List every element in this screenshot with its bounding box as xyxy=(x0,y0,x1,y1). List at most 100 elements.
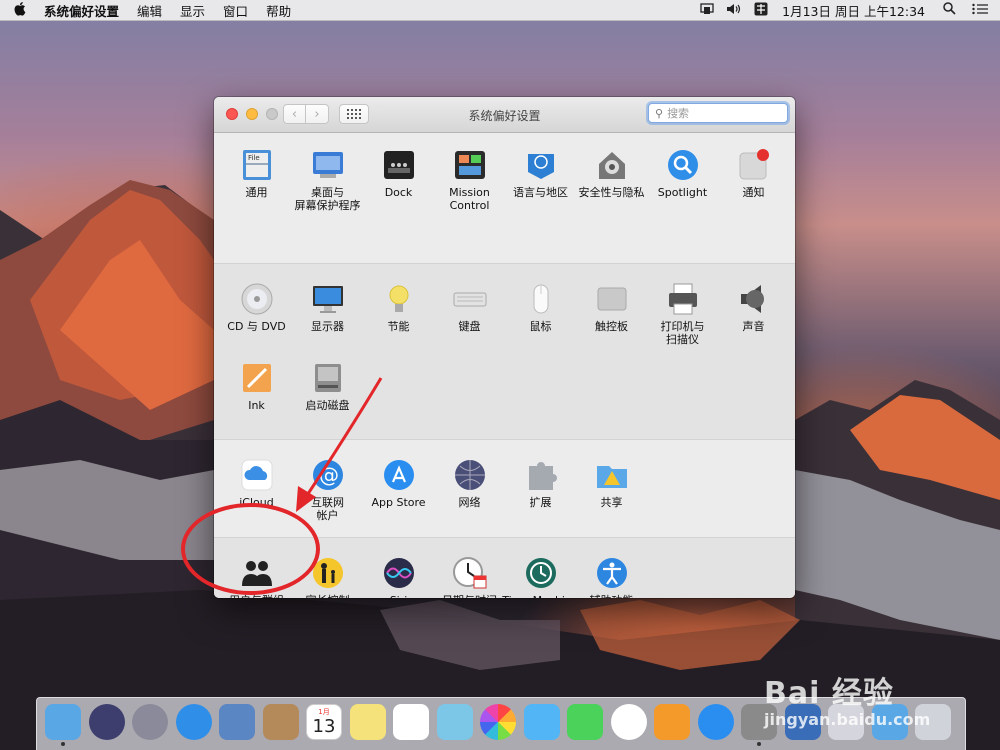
apple-menu-icon[interactable] xyxy=(14,1,30,20)
svg-text:@: @ xyxy=(319,463,339,487)
pane-label: 互联网 帐户 xyxy=(311,496,344,522)
pane-sharing[interactable]: 共享 xyxy=(576,458,647,537)
spotlight-icon xyxy=(666,148,700,182)
pane-language-region[interactable]: 语言与地区 xyxy=(505,148,576,263)
volume-icon[interactable] xyxy=(726,3,742,18)
trackpad-icon xyxy=(595,282,629,316)
pane-label: Time Machine xyxy=(502,594,578,598)
pane-label: 显示器 xyxy=(311,320,344,333)
internet-accounts-icon: @ xyxy=(311,458,345,492)
pane-section: CD 与 DVD 显示器 节能 键盘 鼠标 触控板 打印机与 扫描仪 声音 Ink 启动磁盘 xyxy=(214,264,795,440)
extensions-icon xyxy=(524,458,558,492)
messages-icon[interactable] xyxy=(523,704,560,740)
pane-label: Ink xyxy=(248,399,265,412)
menu-view[interactable]: 显示 xyxy=(180,1,205,20)
app-store-icon[interactable] xyxy=(697,704,734,740)
security-privacy-icon xyxy=(595,148,629,182)
facetime-icon[interactable] xyxy=(567,704,603,740)
displays-icon xyxy=(311,282,345,316)
pane-startup-disk[interactable]: 启动磁盘 xyxy=(292,361,363,439)
pane-printer-scanner[interactable]: 打印机与 扫描仪 xyxy=(647,282,718,361)
launchpad-icon[interactable] xyxy=(132,704,168,740)
pane-label: 辅助功能 xyxy=(590,594,634,598)
notes-icon[interactable] xyxy=(349,704,386,740)
input-method-icon[interactable] xyxy=(754,2,768,19)
pane-time-machine[interactable]: Time Machine xyxy=(502,556,579,598)
airplay-icon[interactable] xyxy=(700,2,714,18)
menu-clock[interactable]: 1月13日 周日 上午12:34 xyxy=(782,1,925,20)
pane-security-privacy[interactable]: 安全性与隐私 xyxy=(576,148,647,263)
pane-app-store[interactable]: App Store xyxy=(363,458,434,537)
contacts-icon[interactable] xyxy=(262,704,299,740)
sound-icon xyxy=(737,282,771,316)
date-time-icon xyxy=(452,556,487,590)
svg-text:File: File xyxy=(248,154,260,162)
pane-accessibility[interactable]: 辅助功能 xyxy=(576,556,647,598)
pane-sound[interactable]: 声音 xyxy=(718,282,789,361)
pane-label: 启动磁盘 xyxy=(305,399,350,412)
time-machine-icon xyxy=(524,556,558,590)
pane-date-time[interactable]: 日期与时间 xyxy=(434,556,505,598)
network-icon xyxy=(453,458,487,492)
pane-network[interactable]: 网络 xyxy=(434,458,505,537)
mouse-icon xyxy=(524,282,558,316)
pane-mouse[interactable]: 鼠标 xyxy=(505,282,576,361)
pane-trackpad[interactable]: 触控板 xyxy=(576,282,647,361)
pane-label: 桌面与 屏幕保护程序 xyxy=(294,186,361,212)
finder-icon[interactable] xyxy=(45,704,81,740)
pane-row: CD 与 DVD 显示器 节能 键盘 鼠标 触控板 打印机与 扫描仪 声音 xyxy=(214,264,795,361)
menu-bar: 系统偏好设置 编辑 显示 窗口 帮助 1月13日 周日 上午12:34 xyxy=(0,0,1000,21)
spotlight-search-icon[interactable] xyxy=(943,2,956,18)
pane-desktop-screensaver[interactable]: 桌面与 屏幕保护程序 xyxy=(292,148,363,263)
pane-label: 节能 xyxy=(387,320,410,333)
pane-ink[interactable]: Ink xyxy=(221,361,292,439)
maps-icon[interactable] xyxy=(436,704,473,740)
pane-general[interactable]: File 通用 xyxy=(221,148,292,263)
pane-cd-dvd[interactable]: CD 与 DVD xyxy=(221,282,292,361)
pane-spotlight[interactable]: Spotlight xyxy=(647,148,718,263)
menu-help[interactable]: 帮助 xyxy=(266,1,291,20)
pane-mission-control[interactable]: Mission Control xyxy=(434,148,505,263)
app-store-icon xyxy=(382,458,416,492)
pane-label: Mission Control xyxy=(449,186,490,212)
menu-app-name[interactable]: 系统偏好设置 xyxy=(44,1,119,20)
pane-displays[interactable]: 显示器 xyxy=(292,282,363,361)
pane-label: 声音 xyxy=(742,320,765,333)
menu-edit[interactable]: 编辑 xyxy=(137,1,162,20)
siri-icon[interactable] xyxy=(88,704,125,740)
menu-window[interactable]: 窗口 xyxy=(223,1,248,20)
pane-label: Siri xyxy=(390,594,408,598)
pane-notifications[interactable]: 通知 xyxy=(718,148,789,263)
pane-label: Dock xyxy=(384,186,413,199)
pane-label: CD 与 DVD xyxy=(227,320,286,333)
siri-icon xyxy=(382,556,416,590)
reminders-icon[interactable] xyxy=(393,704,429,740)
pane-label: Spotlight xyxy=(657,186,708,199)
itunes-icon[interactable] xyxy=(610,704,647,740)
energy-saver-icon xyxy=(382,282,416,316)
safari-icon[interactable] xyxy=(175,704,212,740)
pane-siri[interactable]: Siri xyxy=(363,556,434,598)
pane-label: 家长控制 xyxy=(306,594,350,598)
icloud-icon xyxy=(240,458,274,492)
pane-label: 通用 xyxy=(245,186,268,199)
search-field[interactable]: ⚲ 搜索 xyxy=(648,103,788,123)
ink-icon xyxy=(240,361,274,395)
notification-center-icon[interactable] xyxy=(972,3,988,18)
accessibility-icon xyxy=(595,556,629,590)
pane-label: App Store xyxy=(371,496,426,509)
running-indicator xyxy=(757,742,761,746)
mail-icon[interactable] xyxy=(219,704,255,740)
photos-icon[interactable] xyxy=(480,704,516,740)
calendar-icon[interactable]: 1月 13 xyxy=(306,704,342,740)
pane-section: File 通用 桌面与 屏幕保护程序 Dock Mission Control 语言与地区… xyxy=(214,133,795,264)
keyboard-icon xyxy=(453,282,487,316)
pane-label: 鼠标 xyxy=(529,320,552,333)
pane-keyboard[interactable]: 键盘 xyxy=(434,282,505,361)
ibooks-icon[interactable] xyxy=(654,704,690,740)
pane-dock[interactable]: Dock xyxy=(363,148,434,263)
notifications-icon xyxy=(737,148,771,182)
calendar-day: 13 xyxy=(312,716,336,737)
pane-energy-saver[interactable]: 节能 xyxy=(363,282,434,361)
pane-extensions[interactable]: 扩展 xyxy=(505,458,576,537)
